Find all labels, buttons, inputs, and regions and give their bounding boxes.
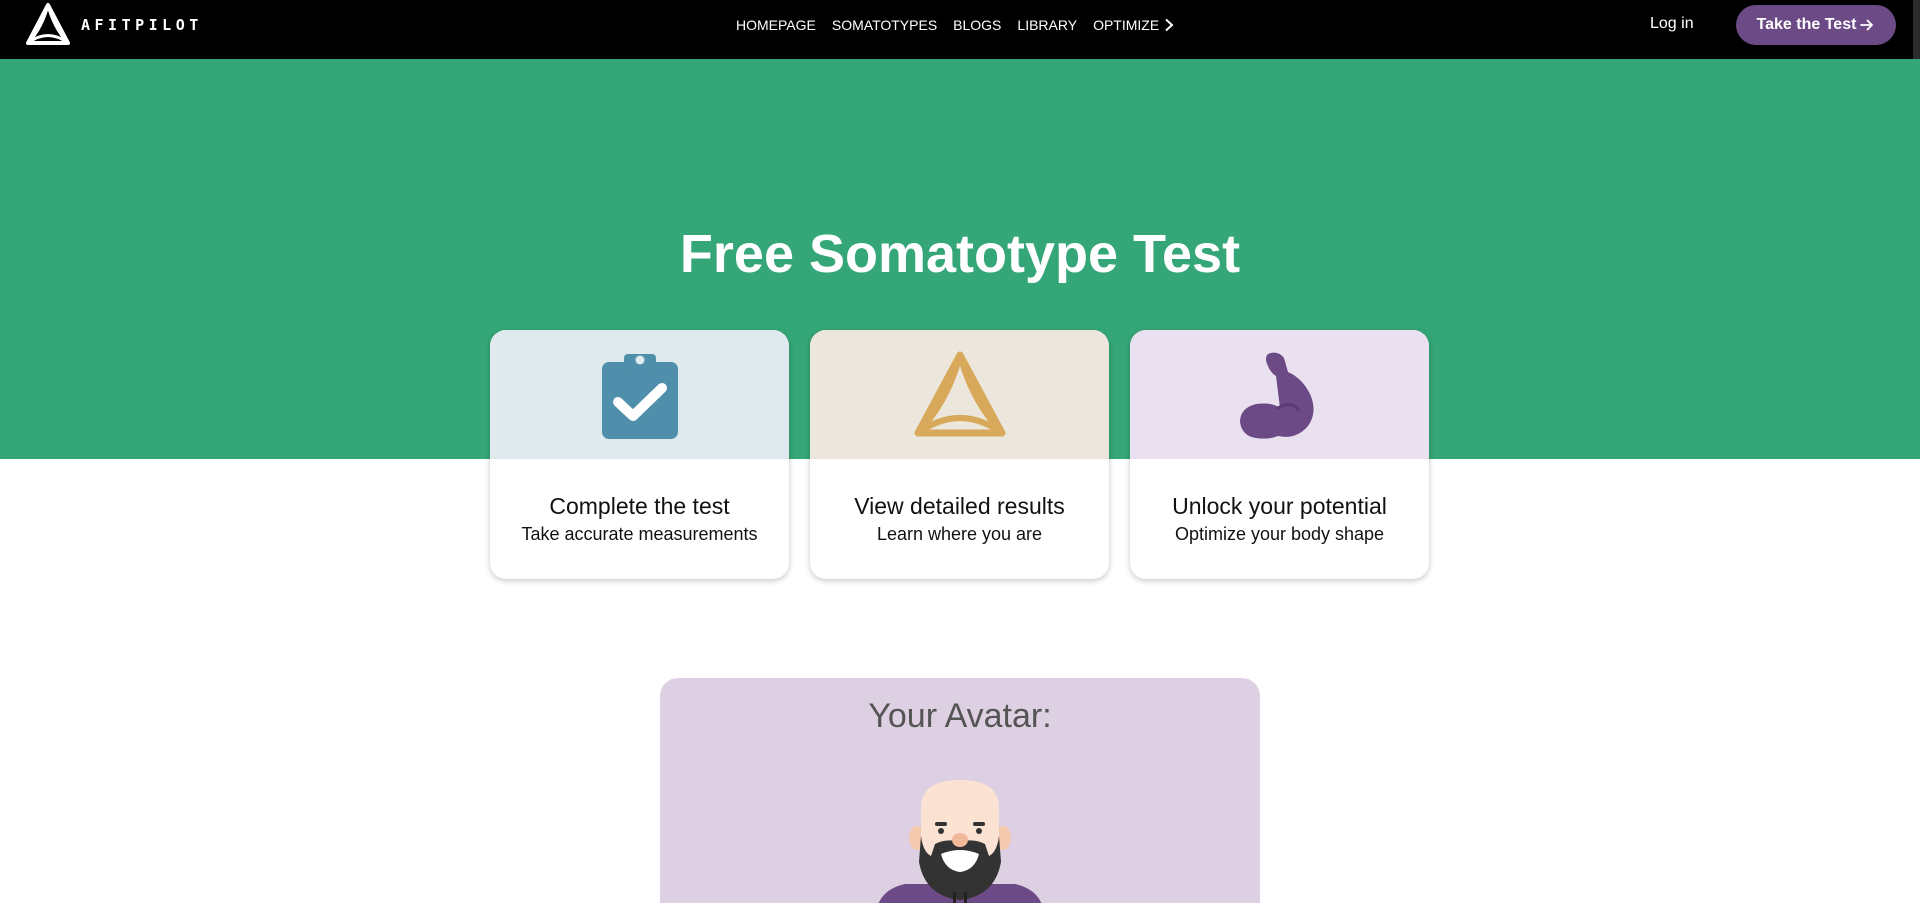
card-subtitle: Take accurate measurements — [521, 524, 758, 544]
nav-link-blogs[interactable]: BLOGS — [953, 17, 1001, 33]
avatar-title: Your Avatar: — [868, 697, 1052, 735]
feature-card-view-results[interactable]: View detailed results Learn where you ar… — [810, 330, 1109, 579]
top-nav-bar: AFITPILOT HOMEPAGE SOMATOTYPES BLOGS LIB… — [0, 0, 1920, 59]
brand-name: AFITPILOT — [81, 16, 203, 34]
card-title: View detailed results — [854, 493, 1065, 519]
brand[interactable]: AFITPILOT — [24, 2, 203, 48]
card-title: Unlock your potential — [1172, 493, 1387, 519]
arrow-right-icon — [1860, 19, 1874, 31]
card-subtitle: Optimize your body shape — [1174, 524, 1385, 544]
nav-dropdown-label: OPTIMIZE — [1093, 17, 1160, 33]
clipboard-check-icon — [601, 353, 678, 439]
avatar-panel: Your Avatar: — [660, 678, 1260, 903]
card-icon-area — [1130, 330, 1429, 459]
nav-link-somatotypes[interactable]: SOMATOTYPES — [832, 17, 937, 33]
feature-card-unlock-potential[interactable]: Unlock your potential Optimize your body… — [1130, 330, 1429, 579]
scrollbar[interactable] — [1913, 0, 1920, 59]
hero-title: Free Somatotype Test — [679, 224, 1241, 284]
take-test-button[interactable]: Take the Test — [1736, 5, 1896, 45]
triquetra-logo-icon — [26, 3, 70, 45]
take-test-label: Take the Test — [1756, 16, 1857, 33]
nav-dropdown-optimize[interactable]: OPTIMIZE — [1093, 17, 1174, 33]
nav-link-homepage[interactable]: HOMEPAGE — [736, 17, 816, 33]
flexed-bicep-icon — [1239, 352, 1314, 439]
feature-card-complete-test[interactable]: Complete the test Take accurate measurem… — [490, 330, 789, 579]
page: AFITPILOT HOMEPAGE SOMATOTYPES BLOGS LIB… — [0, 0, 1920, 903]
card-icon-area — [490, 330, 789, 459]
triquetra-icon — [914, 351, 1005, 436]
card-icon-area — [810, 330, 1109, 459]
login-link[interactable]: Log in — [1650, 15, 1694, 33]
bearded-man-avatar-icon — [878, 780, 1042, 903]
chevron-right-icon — [1165, 18, 1174, 32]
nav-link-library[interactable]: LIBRARY — [1017, 17, 1077, 33]
card-subtitle: Learn where you are — [876, 524, 1043, 544]
main-nav: HOMEPAGE SOMATOTYPES BLOGS LIBRARY OPTIM… — [736, 15, 1174, 35]
card-title: Complete the test — [549, 493, 730, 519]
